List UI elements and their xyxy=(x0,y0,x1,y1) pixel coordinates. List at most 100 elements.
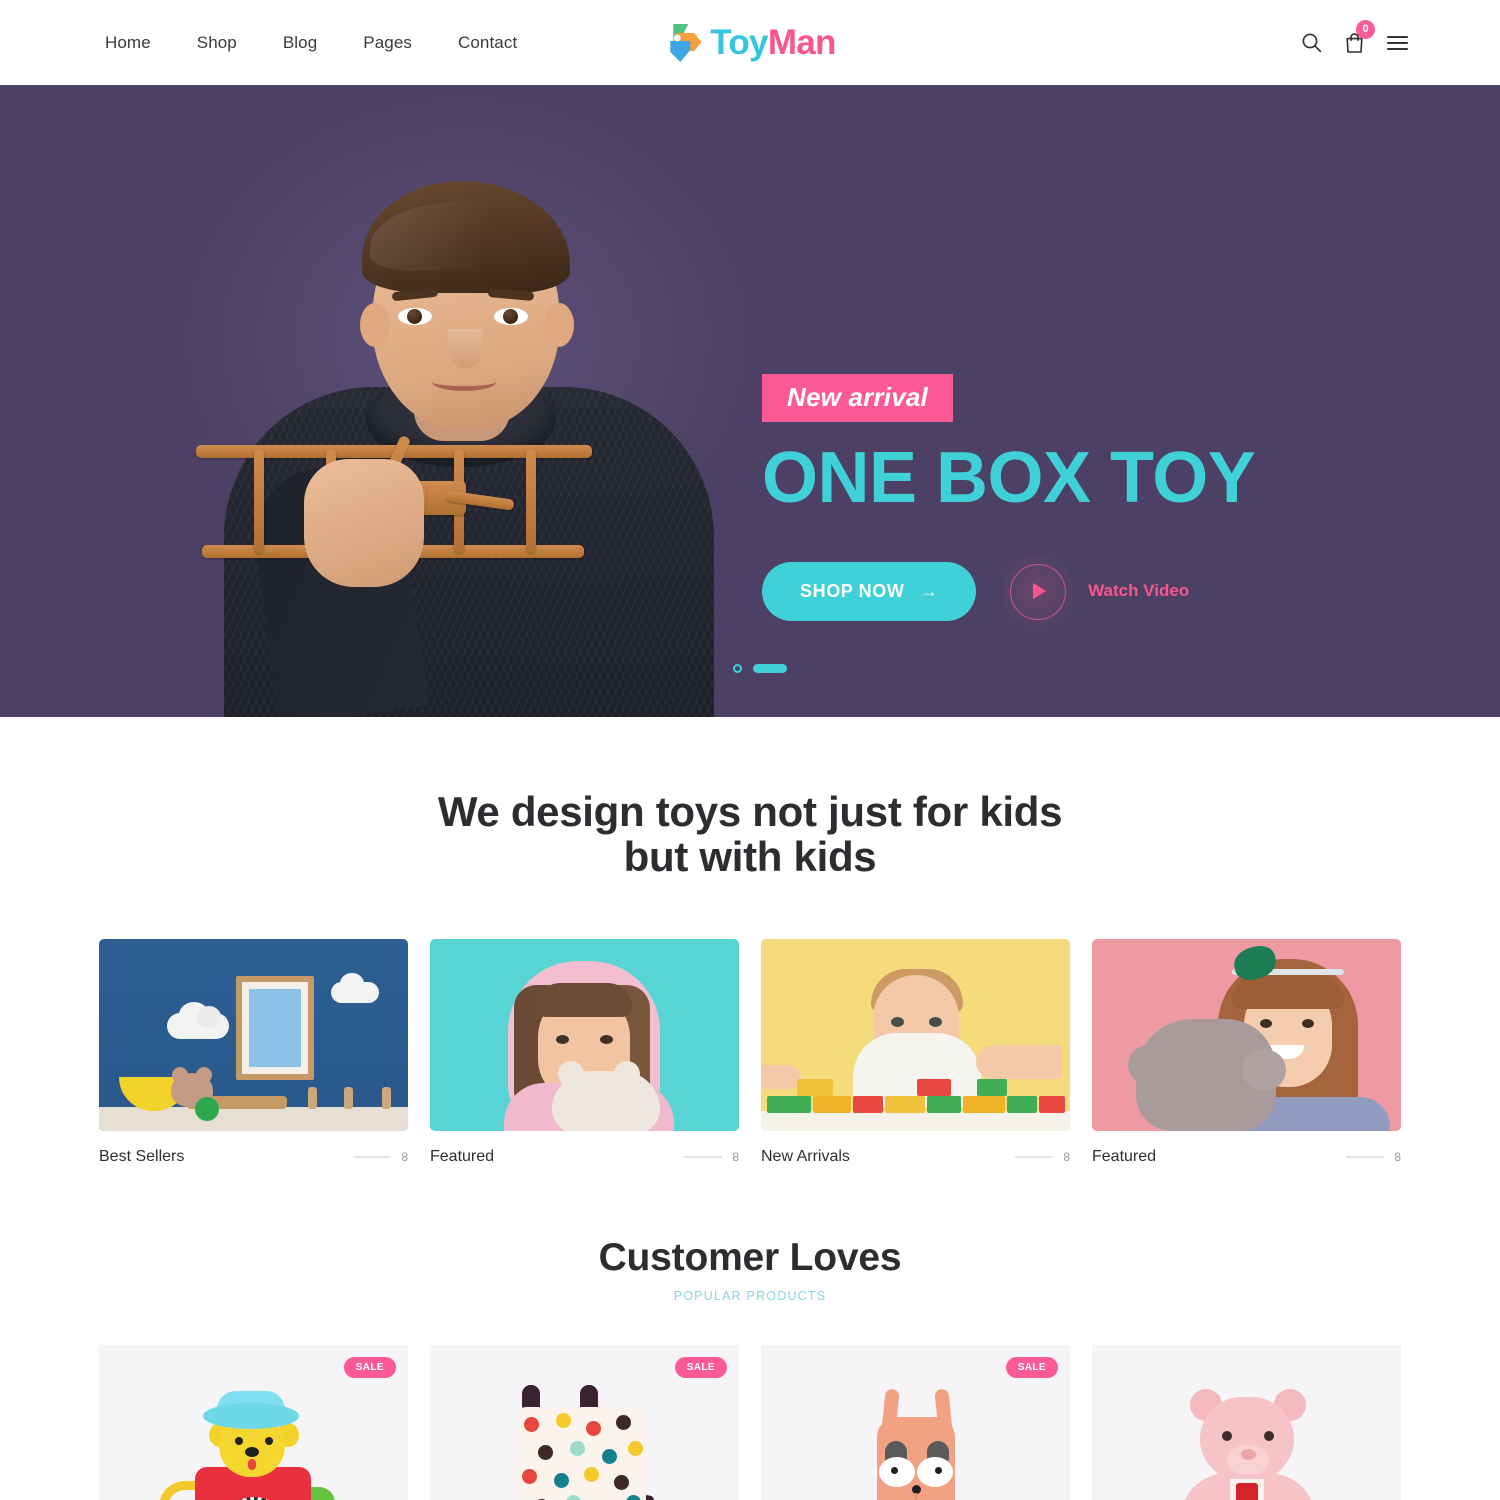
cloud-decoration xyxy=(167,1001,229,1039)
sale-badge: SALE xyxy=(674,1356,727,1378)
nav-item-blog[interactable]: Blog xyxy=(283,33,317,53)
green-wheel xyxy=(195,1096,219,1121)
art-girl-pink xyxy=(1092,938,1401,1131)
design-section: We design toys not just for kids but wit… xyxy=(0,717,1500,1166)
category-thumbnail-girl-with-teddy[interactable] xyxy=(1092,938,1401,1131)
category-card-best-sellers[interactable]: Best Sellers 8 xyxy=(99,938,408,1166)
divider-line xyxy=(1346,1155,1385,1158)
category-label: Featured xyxy=(430,1147,495,1165)
hero-banner: New arrival ONE BOX TOY SHOP NOW → Watch… xyxy=(0,85,1500,717)
category-meta: Featured 8 xyxy=(430,1148,739,1166)
shopping-bag-icon[interactable]: 0 xyxy=(1344,19,1375,54)
girl-eye-right xyxy=(1302,1018,1314,1028)
category-thumbnail-girl-with-plush[interactable] xyxy=(430,938,739,1131)
girl-eye-left xyxy=(556,1034,569,1044)
boy-hand xyxy=(304,459,424,587)
hero-cta-row: SHOP NOW → Watch Video xyxy=(762,554,1402,628)
hero-carousel-dots xyxy=(733,664,787,673)
toy-eye-right xyxy=(265,1436,273,1445)
search-icon[interactable] xyxy=(1301,32,1322,53)
nav-item-contact[interactable]: Contact xyxy=(458,33,517,53)
picture-frame xyxy=(236,975,314,1080)
carousel-dot-2-active[interactable] xyxy=(753,664,787,673)
category-card-new-arrivals[interactable]: New Arrivals 8 xyxy=(761,938,1070,1166)
site-logo[interactable]: ToyMan xyxy=(664,21,836,65)
baby-eye-right xyxy=(929,1016,942,1027)
category-count-group: 8 xyxy=(353,1150,408,1164)
customer-loves-title: Customer Loves xyxy=(598,1235,902,1279)
customer-loves-section: Customer Loves POPULAR PRODUCTS SALE SAL… xyxy=(0,1236,1500,1500)
toy-tongue xyxy=(248,1458,256,1470)
table-surface xyxy=(761,1110,1070,1131)
customer-loves-subtitle: POPULAR PRODUCTS xyxy=(673,1288,827,1303)
carousel-dot-1[interactable] xyxy=(733,664,742,673)
cart-count-badge: 0 xyxy=(1356,19,1375,39)
teddy-hug-me-tag: HUG ME xyxy=(1230,1478,1264,1500)
category-thumbnail-nursery-wall[interactable] xyxy=(99,938,408,1131)
toy-hat-brim xyxy=(203,1402,299,1429)
product-card-windup-toy[interactable]: SALE xyxy=(99,1344,408,1500)
furniture-legs xyxy=(308,1086,400,1109)
adult-hand-right xyxy=(976,1044,1062,1079)
category-thumbnail-baby-with-blocks[interactable] xyxy=(761,938,1070,1131)
product-card-fox-overall[interactable]: SALE xyxy=(761,1344,1070,1500)
nav-item-pages[interactable]: Pages xyxy=(363,33,412,53)
hero-copy: New arrival ONE BOX TOY SHOP NOW → Watch… xyxy=(762,374,1402,628)
burger-line xyxy=(1387,47,1408,50)
play-icon[interactable] xyxy=(1000,554,1075,628)
art-baby-yellow xyxy=(761,938,1070,1131)
category-meta: New Arrivals 8 xyxy=(761,1148,1070,1166)
category-count: 8 xyxy=(732,1149,739,1164)
boy-eye-right xyxy=(494,308,528,325)
watch-video-label[interactable]: Watch Video xyxy=(1088,581,1189,601)
burger-line xyxy=(1387,41,1408,44)
plush-toy xyxy=(552,1060,660,1131)
boy-figure xyxy=(176,85,756,717)
divider-line xyxy=(684,1155,723,1158)
arrow-right-icon: → xyxy=(920,581,939,601)
category-count: 8 xyxy=(1063,1149,1070,1164)
category-card-featured-1[interactable]: Featured 8 xyxy=(430,938,739,1166)
divider-line xyxy=(1015,1155,1054,1158)
puzzle-piece-icon xyxy=(664,21,704,65)
play-triangle xyxy=(1033,583,1047,599)
site-header: Home Shop Blog Pages Contact ToyMan 0 xyxy=(0,0,1500,85)
product-card-pink-teddy-bear[interactable]: HUG ME xyxy=(1092,1344,1401,1500)
product-card-polka-dot-backpack[interactable]: SALE xyxy=(430,1344,739,1500)
fox-eye-left xyxy=(891,1466,898,1474)
boy-ear-left xyxy=(360,303,390,347)
watch-video-group[interactable]: Watch Video xyxy=(1000,554,1189,628)
category-grid: Best Sellers 8 Featured 8 New Arrivals 8… xyxy=(0,938,1500,1166)
product-grid: SALE SALE SALE xyxy=(0,1344,1500,1500)
teddy-eye-right xyxy=(1264,1430,1274,1441)
toy-eye-left xyxy=(235,1436,243,1445)
nav-item-home[interactable]: Home xyxy=(105,33,151,53)
art-girl-teal xyxy=(430,938,739,1131)
hero-new-arrival-badge: New arrival xyxy=(762,374,953,422)
teddy-nose xyxy=(1241,1448,1256,1460)
sale-badge: SALE xyxy=(1005,1356,1058,1378)
sale-badge: SALE xyxy=(343,1356,396,1378)
design-section-title: We design toys not just for kids but wit… xyxy=(0,789,1500,880)
boy-ear-right xyxy=(544,303,574,347)
toy-nose xyxy=(245,1446,259,1457)
category-count: 8 xyxy=(401,1149,408,1164)
category-label: Best Sellers xyxy=(99,1147,185,1165)
boy-nose xyxy=(448,329,482,369)
hamburger-menu-icon[interactable] xyxy=(1387,35,1408,50)
grey-plush-toy xyxy=(1128,1018,1286,1131)
backpack-body xyxy=(516,1406,646,1500)
nav-item-shop[interactable]: Shop xyxy=(197,33,237,53)
plane-strut xyxy=(254,449,264,553)
boy-hair xyxy=(362,181,570,293)
girl-eye-right xyxy=(600,1034,613,1044)
brand-text-toy: Toy xyxy=(710,23,768,62)
shop-now-button[interactable]: SHOP NOW → xyxy=(762,561,977,621)
category-count: 8 xyxy=(1394,1149,1401,1164)
boy-mouth xyxy=(432,373,496,391)
category-card-featured-2[interactable]: Featured 8 xyxy=(1092,938,1401,1166)
hair-fringe xyxy=(536,982,632,1017)
category-count-group: 8 xyxy=(1346,1150,1401,1164)
main-navigation: Home Shop Blog Pages Contact xyxy=(105,33,517,53)
category-meta: Featured 8 xyxy=(1092,1148,1401,1166)
